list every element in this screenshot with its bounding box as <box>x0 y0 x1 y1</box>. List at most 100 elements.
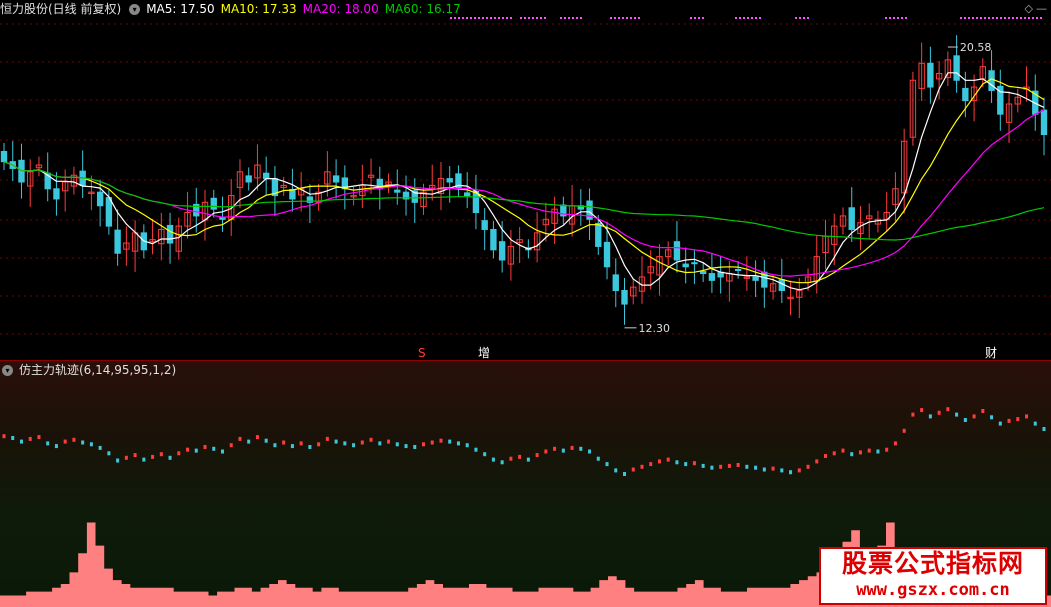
ma5-line <box>3 72 1045 291</box>
trace-candle <box>736 463 740 467</box>
diamond-icon[interactable]: ◇ <box>1025 2 1033 15</box>
candlestick-chart[interactable]: 20.58 12.30 S 增 财 <box>0 0 1051 360</box>
signal-dot <box>614 17 616 19</box>
candle-body <box>498 241 506 261</box>
trace-candle <box>675 460 679 465</box>
signal-dot <box>630 17 632 19</box>
marker-s: S <box>418 346 426 360</box>
trace-candle <box>518 454 522 459</box>
trace-candle <box>421 442 425 447</box>
trace-candle <box>334 439 338 444</box>
trace-candle <box>911 412 915 417</box>
trace-candle <box>902 428 906 433</box>
watermark-badge: 股票公式指标网 www.gszx.com.cn <box>819 547 1047 605</box>
minus-icon[interactable]: — <box>1036 2 1047 15</box>
signal-dot <box>984 17 986 19</box>
signal-dot <box>618 17 620 19</box>
signal-dot <box>486 17 488 19</box>
trace-candle <box>220 449 224 454</box>
signal-dot <box>739 17 741 19</box>
candle-body <box>245 175 252 183</box>
trace-candle <box>1042 427 1046 431</box>
candle-body <box>481 220 488 230</box>
trace-candle <box>701 463 705 468</box>
signal-dot <box>540 17 542 19</box>
signal-dot <box>494 17 496 19</box>
trace-candle <box>37 435 41 440</box>
trace-candle <box>928 414 932 419</box>
trace-candle <box>500 460 504 465</box>
low-price-label: 12.30 <box>639 322 671 335</box>
trace-candle <box>614 468 618 473</box>
candle-body <box>289 188 296 200</box>
trace-candle <box>255 435 259 440</box>
signal-dot <box>972 17 974 19</box>
candle-body <box>962 87 969 102</box>
signal-dot <box>1028 17 1030 19</box>
trace-candle <box>387 439 391 444</box>
chevron-down-icon[interactable]: ▾ <box>2 365 13 376</box>
trace-candle <box>1025 414 1029 419</box>
trace-candle <box>553 446 557 451</box>
candle-body <box>752 276 759 281</box>
candle-body <box>53 188 60 200</box>
trace-candle <box>815 459 819 464</box>
trace-candle <box>89 442 93 447</box>
candle-body <box>0 150 8 163</box>
trace-candle <box>212 446 216 451</box>
signal-dot <box>524 17 526 19</box>
trace-candle <box>186 447 190 452</box>
signal-dot <box>572 17 574 19</box>
signal-dot <box>1016 17 1018 19</box>
trace-candle <box>1007 418 1011 423</box>
candle-body <box>210 197 217 210</box>
signal-dot <box>1020 17 1022 19</box>
candle-body <box>699 271 707 275</box>
trace-candle <box>937 410 941 415</box>
signal-dot <box>755 17 757 19</box>
trace-candle <box>474 447 478 452</box>
sub-header: ▾ 仿主力轨迹(6,14,95,95,1,2) <box>0 361 182 379</box>
signal-dot <box>885 17 887 19</box>
signal-dot <box>1036 17 1038 19</box>
candle-body <box>734 268 742 271</box>
candle-body <box>603 241 611 268</box>
trace-candle <box>352 443 356 448</box>
trace-candle <box>142 457 146 462</box>
ma20-value: MA20: 18.00 <box>302 2 379 16</box>
trace-candle <box>325 436 329 441</box>
trace-candle <box>72 437 76 442</box>
trace-candle <box>710 465 714 470</box>
trace-candle <box>369 437 373 442</box>
signal-dot <box>532 17 534 19</box>
signal-dot <box>634 17 636 19</box>
signal-dot <box>889 17 891 19</box>
watermark-title: 股票公式指标网 <box>841 549 1024 578</box>
signal-dot <box>799 17 801 19</box>
trace-candle <box>806 464 810 469</box>
signal-dot <box>743 17 745 19</box>
trace-candle <box>596 456 600 461</box>
signal-dot <box>698 17 700 19</box>
trace-candle <box>54 444 58 449</box>
chevron-down-icon[interactable]: ▾ <box>129 4 141 15</box>
candle-body <box>682 263 689 268</box>
trace-candle <box>972 414 976 419</box>
signal-dot <box>520 17 522 19</box>
trace-candle <box>2 434 6 439</box>
candle-body <box>848 207 855 230</box>
signal-dot <box>759 17 761 19</box>
trace-candle <box>413 445 417 449</box>
stock-title: 恒力股份(日线 前复权) <box>0 2 122 16</box>
trace-candle <box>133 453 137 458</box>
candle-body <box>472 190 480 214</box>
trace-candle <box>824 454 828 458</box>
trace-candle <box>19 439 23 444</box>
trace-candle <box>561 448 565 453</box>
signal-dot <box>478 17 480 19</box>
signal-dot <box>1008 17 1010 19</box>
signal-dot <box>1032 17 1034 19</box>
trace-candle <box>876 449 880 454</box>
price-panel[interactable]: 20.58 12.30 S 增 财 恒力股份(日线 前复权) ▾ MA5: 17.50 MA1… <box>0 0 1051 360</box>
signal-dot <box>498 17 500 19</box>
